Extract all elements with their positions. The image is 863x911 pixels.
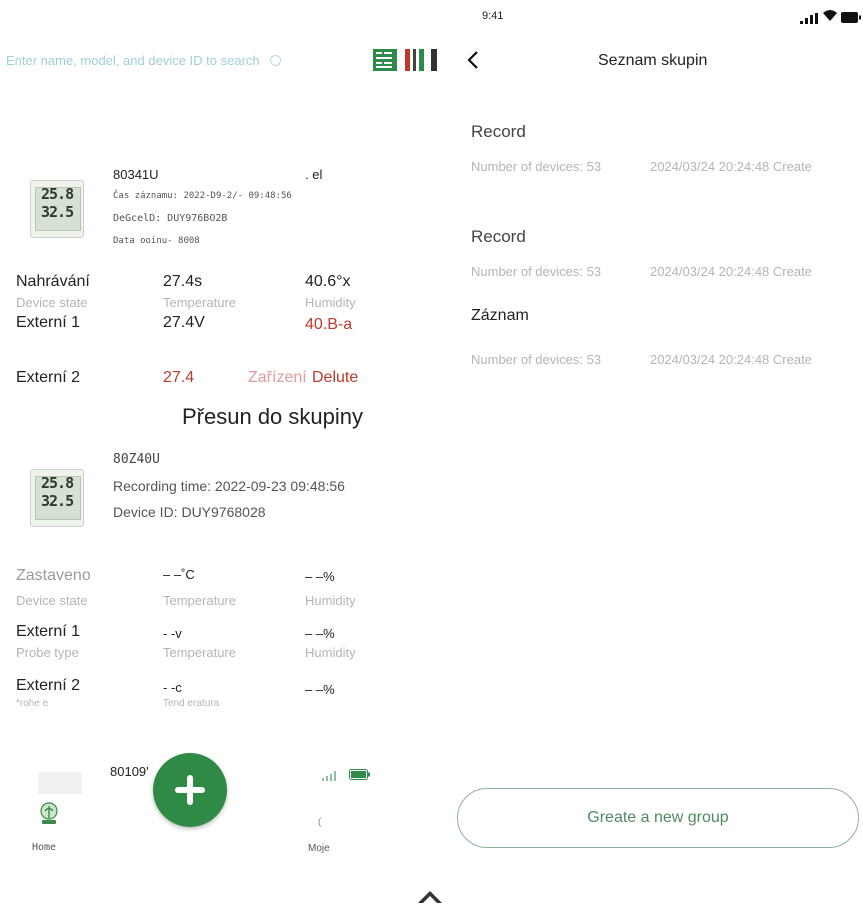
data-line: Data ooinu- 8008 xyxy=(113,236,200,246)
device-state-caption: Device state xyxy=(16,593,88,608)
probe-type-caption: Probe type xyxy=(16,645,79,660)
group-created: 2024/03/24 20:24:48 Create xyxy=(650,264,812,279)
group-device-count: Number of devices: 53 xyxy=(471,352,602,367)
move-to-group-button[interactable]: Přesun do skupiny xyxy=(182,404,363,430)
lcd-top-reading: 25.8 xyxy=(41,185,74,203)
group-device-count: Number of devices: 53 xyxy=(471,264,602,279)
signal-icon xyxy=(322,768,338,781)
page-title: Seznam skupin xyxy=(598,52,708,69)
temperature-value: – –˚C xyxy=(163,567,195,582)
search-placeholder: Enter name, model, and device ID to sear… xyxy=(6,53,260,68)
nav-home-label: Home xyxy=(32,842,57,853)
group-name: Record xyxy=(471,227,526,246)
temperature-caption: Tend eratura xyxy=(163,698,220,709)
status-time: 9:41 xyxy=(482,10,504,22)
device-id: DeGcelD: DUY976BO2B xyxy=(113,213,228,224)
device-id: Device ID: DUY9768028 xyxy=(113,504,266,520)
probe-1-temperature: 27.4V xyxy=(163,314,205,331)
delete-button[interactable]: Delute xyxy=(312,369,358,387)
probe-2-label: Externí 2 xyxy=(16,677,81,694)
group-created: 2024/03/24 20:24:48 Create xyxy=(650,159,812,174)
menu-bars-icon[interactable] xyxy=(405,49,441,71)
temperature-caption: Temperature xyxy=(163,645,236,660)
search-input[interactable]: Enter name, model, and device ID to sear… xyxy=(6,52,336,70)
probe-2-temperature: 27.4 xyxy=(163,369,195,386)
lcd-bottom-reading: 32.5 xyxy=(41,492,74,510)
search-icon[interactable] xyxy=(270,55,282,67)
temperature-caption: Temperature xyxy=(163,295,236,310)
temperature-caption: Temperature xyxy=(163,593,236,608)
nav-home[interactable]: Home xyxy=(30,802,70,853)
back-icon[interactable] xyxy=(466,50,480,70)
device-model: 80341U xyxy=(113,167,159,182)
group-device-count: Number of devices: 53 xyxy=(471,159,602,174)
device-model: 80109' xyxy=(110,764,149,779)
humidity-value: – –% xyxy=(305,569,335,584)
device-state-value: Nahrávání xyxy=(16,273,90,290)
battery-icon xyxy=(349,767,371,780)
device-thumbnail: 25.8 32.5 xyxy=(30,180,84,238)
lcd-top-reading: 25.8 xyxy=(41,474,74,492)
probe-1-temperature: - -v xyxy=(163,626,182,641)
probe-1-label: Externí 1 xyxy=(16,314,81,331)
status-signal-icon xyxy=(800,11,818,24)
lcd-bottom-reading: 32.5 xyxy=(41,203,74,221)
battery-icon xyxy=(841,10,861,23)
group-name: Record xyxy=(471,122,526,141)
temperature-value: 27.4s xyxy=(163,273,203,290)
nav-mine-label: Moje xyxy=(308,843,330,854)
home-icon xyxy=(38,802,60,826)
nav-mine-glyph: ( xyxy=(318,817,322,828)
probe-1-label: Externí 1 xyxy=(16,623,81,640)
create-group-button[interactable]: Greate a new group xyxy=(457,788,859,848)
scan-icon[interactable] xyxy=(373,49,397,71)
nav-mine[interactable]: ( Moje xyxy=(300,815,350,855)
recording-time: Recording time: 2022-09-23 09:48:56 xyxy=(113,478,345,494)
humidity-caption: Humidity xyxy=(305,645,356,660)
humidity-caption: Humidity xyxy=(305,593,356,608)
device-thumbnail: 25.8 32.5 xyxy=(30,469,84,527)
device-state-caption: Device state xyxy=(16,295,88,310)
probe-2-humidity: – –% xyxy=(305,682,335,697)
humidity-value: 40.6°x xyxy=(305,273,351,290)
fab-add-button[interactable] xyxy=(153,753,227,827)
watermark-logo xyxy=(417,890,443,904)
wifi-icon xyxy=(822,9,838,22)
device-model-suffix: . el xyxy=(305,167,323,182)
device-action-button[interactable]: Zařízení xyxy=(248,369,307,387)
device-state-value: Zastaveno xyxy=(16,567,91,584)
probe-type-caption: *rohe e xyxy=(16,698,49,709)
group-created: 2024/03/24 20:24:48 Create xyxy=(650,352,812,367)
group-name: Záznam xyxy=(471,307,529,324)
probe-2-label: Externí 2 xyxy=(16,369,81,386)
humidity-caption: Humidity xyxy=(305,295,356,310)
device-thumbnail xyxy=(38,772,82,794)
probe-1-humidity: – –% xyxy=(305,626,335,641)
probe-1-humidity: 40.B-a xyxy=(305,316,353,333)
device-model: 80Z40U xyxy=(113,452,160,467)
probe-2-temperature: - -c xyxy=(163,680,182,695)
recording-time: Čas záznamu: 2022-D9-2/- 09:48:56 xyxy=(113,191,292,201)
